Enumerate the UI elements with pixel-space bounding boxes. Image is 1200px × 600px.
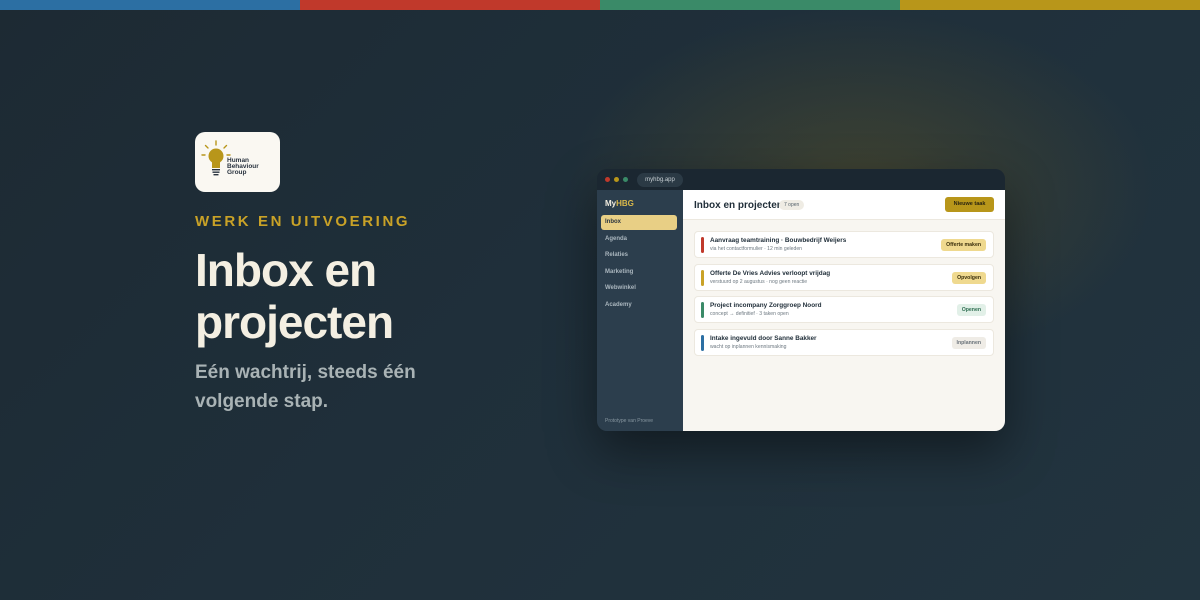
stripe-red <box>300 0 600 10</box>
sidebar: MyHBG Inbox Agenda Relaties Marketing Webwin… <box>597 190 683 431</box>
open-count-badge: 7 open <box>779 200 805 210</box>
status-bar <box>701 302 704 318</box>
main-title: Inbox en projecten <box>694 200 783 211</box>
maximize-dot[interactable] <box>623 177 628 182</box>
sidebar-item-academy[interactable]: Academy <box>601 298 677 313</box>
sidebar-item-marketing[interactable]: Marketing <box>601 265 677 280</box>
sidebar-footer: Prototype van Proeve <box>605 418 654 424</box>
list-item[interactable]: Offerte De Vries Advies verloopt vrijdag… <box>694 263 994 291</box>
status-bar <box>701 237 704 253</box>
item-subtitle: concept → definitief · 3 taken open <box>710 311 789 317</box>
page-title: Inbox en projecten <box>195 244 394 348</box>
item-action-button[interactable]: Offerte maken <box>941 239 986 251</box>
app-window: myhbg.app MyHBG Inbox Agenda Relaties Marke… <box>597 169 1005 431</box>
item-title: Aanvraag teamtraining · Bouwbedrijf Weij… <box>710 237 847 244</box>
eyebrow-label: WERK EN UITVOERING <box>195 213 411 230</box>
stripe-blue <box>0 0 300 10</box>
stripe-green <box>600 0 900 10</box>
list-item[interactable]: Project incompany Zorggroep Noord concept… <box>694 296 994 323</box>
inbox-list: Aanvraag teamtraining · Bouwbedrijf Weij… <box>694 231 994 361</box>
sidebar-item-inbox[interactable]: Inbox <box>601 215 677 230</box>
list-item[interactable]: Aanvraag teamtraining · Bouwbedrijf Weij… <box>694 231 994 258</box>
item-action-button[interactable]: Opvolgen <box>952 271 986 284</box>
brand-suffix: HBG <box>616 199 634 208</box>
page-subtitle: Eén wachtrij, steeds één volgende stap. <box>195 362 416 412</box>
item-subtitle: verstuurd op 2 augustus · nog geen react… <box>710 278 808 285</box>
lightbulb-icon: Human Behaviour Group <box>200 140 259 176</box>
brand-prefix: My <box>605 199 617 208</box>
logo: Human Behaviour Group <box>195 132 280 192</box>
status-bar <box>701 269 704 286</box>
color-stripe <box>0 0 1200 10</box>
sidebar-item-agenda[interactable]: Agenda <box>601 232 677 247</box>
item-action-button[interactable]: Inplannen <box>951 336 986 349</box>
app-brand: MyHBG <box>605 199 634 208</box>
item-subtitle: via het contactformulier · 12 min gelede… <box>710 246 803 252</box>
item-title: Offerte De Vries Advies verloopt vrijdag <box>710 269 831 277</box>
sidebar-nav: Inbox Agenda Relaties Marketing Webwinkel Aca… <box>601 215 677 314</box>
minimize-dot[interactable] <box>614 177 619 182</box>
item-title: Intake ingevuld door Sanne Bakker <box>710 334 817 342</box>
logo-line-3: Group <box>227 169 247 176</box>
item-title: Project incompany Zorggroep Noord <box>710 302 822 309</box>
sidebar-item-webwinkel[interactable]: Webwinkel <box>601 281 677 296</box>
list-item[interactable]: Intake ingevuld door Sanne Bakker wacht o… <box>694 328 994 356</box>
stripe-gold <box>900 0 1200 10</box>
main-panel: Inbox en projecten 7 open Nieuwe taak Aa… <box>683 190 1005 431</box>
status-bar <box>701 334 704 351</box>
sidebar-item-relaties[interactable]: Relaties <box>601 248 677 263</box>
url-bar[interactable]: myhbg.app <box>637 173 683 187</box>
item-action-button[interactable]: Openen <box>956 304 986 316</box>
window-titlebar: myhbg.app <box>597 169 1005 190</box>
main-header: Inbox en projecten 7 open Nieuwe taak <box>683 190 1005 220</box>
new-task-button[interactable]: Nieuwe taak <box>945 197 994 212</box>
close-dot[interactable] <box>605 177 610 182</box>
item-subtitle: wacht op inplannen kennismaking <box>710 343 787 350</box>
